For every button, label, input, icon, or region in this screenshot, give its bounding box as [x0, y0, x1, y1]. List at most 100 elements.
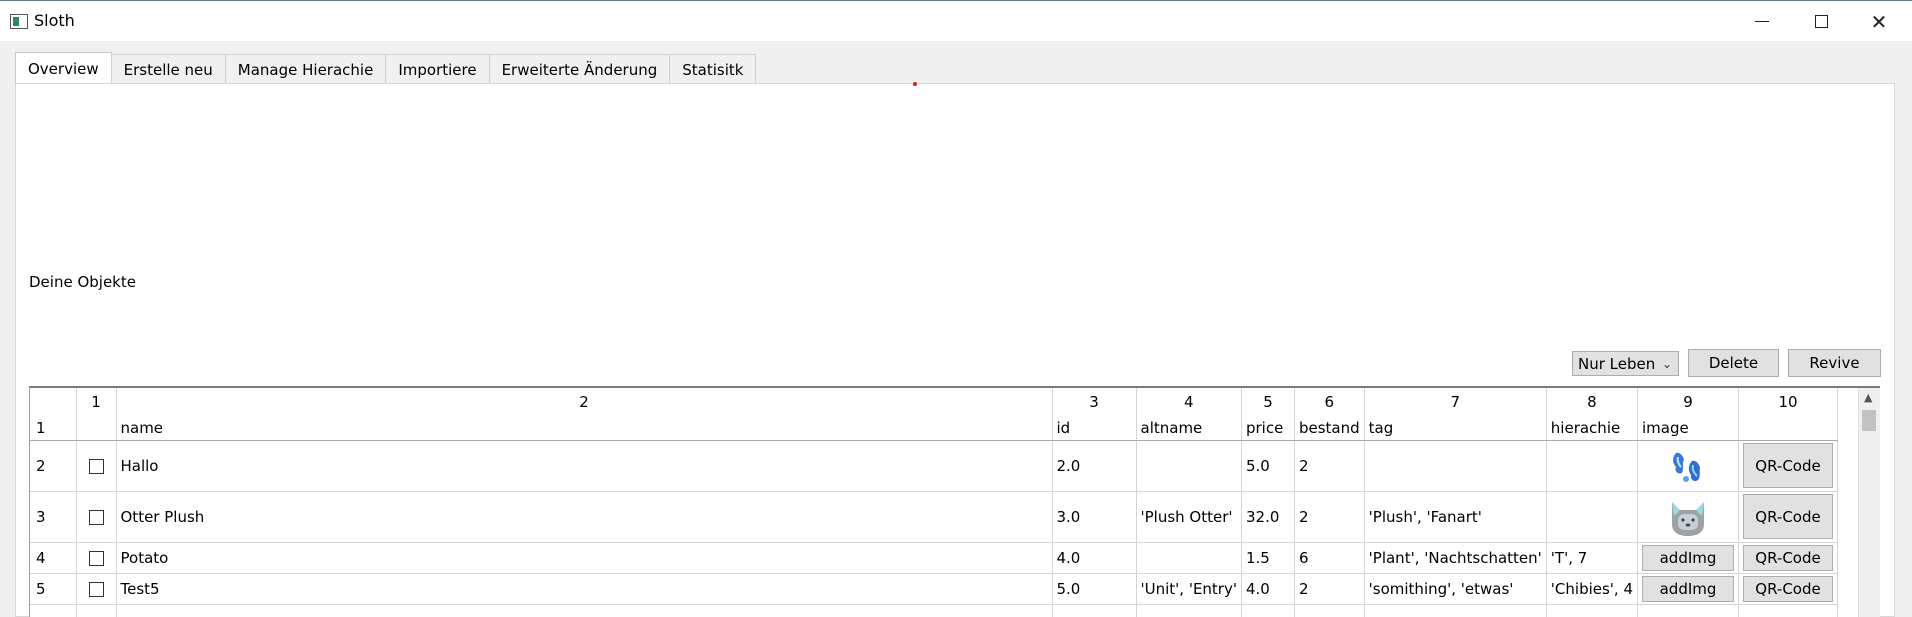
row-checkbox[interactable]	[88, 509, 104, 525]
table-cell[interactable]: 'Chibies', 4	[1546, 573, 1639, 605]
title-bar: Sloth ✕	[0, 0, 1912, 41]
table-cell[interactable]	[1136, 542, 1242, 574]
scroll-up-icon[interactable]: ▲	[1864, 391, 1872, 404]
table-cell[interactable]: 3.0	[1052, 491, 1137, 543]
tab-statistik[interactable]: Statisitk	[669, 54, 757, 84]
table-cell[interactable]: Otter Plush	[116, 491, 1053, 543]
row-header[interactable]: 5	[30, 573, 77, 605]
table-cell[interactable]: 'T', 7	[1546, 542, 1639, 574]
table-cell[interactable]: bestand	[1294, 416, 1365, 441]
table-cell[interactable]	[1738, 416, 1839, 441]
row-header[interactable]	[30, 604, 77, 617]
add-image-button[interactable]: addImg	[1642, 575, 1735, 602]
column-header[interactable]: 3	[1052, 388, 1137, 416]
table-cell[interactable]: 'Plush Otter'	[1136, 491, 1242, 543]
qr-code-button[interactable]: QR-Code	[1743, 443, 1834, 488]
minimize-button[interactable]	[1733, 1, 1791, 42]
table-cell[interactable]: name	[116, 416, 1053, 441]
row-checkbox[interactable]	[88, 550, 104, 566]
table-cell[interactable]: 4.0	[1241, 573, 1295, 605]
table-cell[interactable]: Test5	[116, 573, 1053, 605]
vertical-scrollbar[interactable]: ▲	[1858, 388, 1880, 617]
table-cell[interactable]: hierachie	[1546, 416, 1639, 441]
table-cell[interactable]	[1637, 604, 1740, 617]
table-cell[interactable]: 'Unit', 'Entry'	[1136, 573, 1242, 605]
table-cell[interactable]: 5.0	[1052, 573, 1137, 605]
table-cell[interactable]	[1364, 440, 1547, 492]
table-cell[interactable]: 'Plush', 'Fanart'	[1364, 491, 1547, 543]
column-header[interactable]: 4	[1136, 388, 1242, 416]
table-cell[interactable]: 2.0	[1052, 440, 1137, 492]
section-label: Deine Objekte	[29, 273, 136, 291]
row-header[interactable]: 2	[30, 440, 77, 492]
maximize-icon	[1814, 15, 1828, 28]
close-button[interactable]: ✕	[1850, 1, 1908, 42]
table-cell[interactable]	[1546, 440, 1639, 492]
close-icon: ✕	[1870, 9, 1888, 34]
table-cell[interactable]	[1052, 604, 1137, 617]
table-cell[interactable]: 'Plant', 'Nachtschatten'	[1364, 542, 1547, 574]
row-checkbox[interactable]	[88, 581, 104, 597]
row-checkbox[interactable]	[88, 458, 104, 474]
marker-dot	[913, 82, 917, 86]
row-checkbox-cell	[76, 542, 117, 574]
table-cell[interactable]	[1364, 604, 1547, 617]
table-cell[interactable]: image	[1637, 416, 1740, 441]
table-cell[interactable]	[76, 604, 117, 617]
table-cell[interactable]: 32.0	[1241, 491, 1295, 543]
table-cell[interactable]: 2	[1294, 573, 1365, 605]
tab-erweiterte-aenderung[interactable]: Erweiterte Änderung	[488, 54, 671, 84]
add-image-button[interactable]: addImg	[1642, 544, 1735, 571]
column-header[interactable]: 2	[116, 388, 1053, 416]
table-cell[interactable]: 5.0	[1241, 440, 1295, 492]
field-name-row: 1 name id altname price bestand tag hier…	[30, 416, 1839, 441]
table-cell[interactable]	[1136, 604, 1242, 617]
window-title: Sloth	[34, 11, 75, 30]
table-cell[interactable]: 4.0	[1052, 542, 1137, 574]
table-cell[interactable]	[1738, 604, 1839, 617]
column-header[interactable]: 5	[1241, 388, 1295, 416]
tab-importiere[interactable]: Importiere	[385, 54, 490, 84]
table-cell[interactable]: id	[1052, 416, 1137, 441]
maximize-button[interactable]	[1792, 1, 1850, 42]
table-cell[interactable]	[1294, 604, 1365, 617]
qr-cell: QR-Code	[1738, 542, 1839, 574]
column-header[interactable]: 6	[1294, 388, 1365, 416]
table-cell[interactable]	[76, 416, 117, 441]
table-cell[interactable]: price	[1241, 416, 1295, 441]
revive-button[interactable]: Revive	[1788, 349, 1881, 377]
table-cell[interactable]	[1546, 491, 1639, 543]
tab-manage-hierachie[interactable]: Manage Hierachie	[224, 54, 387, 84]
qr-code-button[interactable]: QR-Code	[1743, 575, 1834, 602]
otter-plush-thumbnail	[1658, 494, 1718, 539]
table-cell[interactable]: altname	[1136, 416, 1242, 441]
row-header[interactable]: 1	[30, 416, 77, 441]
column-header[interactable]: 7	[1364, 388, 1547, 416]
column-header[interactable]: 8	[1546, 388, 1639, 416]
table-cell[interactable]	[1136, 440, 1242, 492]
table-cell[interactable]: Potato	[116, 542, 1053, 574]
column-header[interactable]: 10	[1738, 388, 1839, 416]
table-cell[interactable]: 'somithing', 'etwas'	[1364, 573, 1547, 605]
table-cell[interactable]: tag	[1364, 416, 1547, 441]
qr-code-button[interactable]: QR-Code	[1743, 544, 1834, 571]
delete-button[interactable]: Delete	[1688, 349, 1779, 377]
row-header[interactable]: 4	[30, 542, 77, 574]
table-cell[interactable]: 6	[1294, 542, 1365, 574]
column-header[interactable]: 9	[1637, 388, 1740, 416]
table-cell[interactable]: 2	[1294, 491, 1365, 543]
table-cell[interactable]	[1241, 604, 1295, 617]
table-cell[interactable]	[1546, 604, 1639, 617]
table-cell[interactable]: Hallo	[116, 440, 1053, 492]
tab-erstelle-neu[interactable]: Erstelle neu	[110, 54, 226, 84]
tab-overview[interactable]: Overview	[15, 52, 112, 84]
filter-select[interactable]: Nur Lebendig ⌄	[1572, 351, 1679, 376]
objects-table: 1 2 3 4 5 6 7 8 9 10 1 name id altname p…	[29, 386, 1880, 617]
column-header[interactable]: 1	[76, 388, 117, 416]
row-header[interactable]: 3	[30, 491, 77, 543]
table-cell[interactable]	[116, 604, 1053, 617]
table-cell[interactable]: 2	[1294, 440, 1365, 492]
table-cell[interactable]: 1.5	[1241, 542, 1295, 574]
qr-code-button[interactable]: QR-Code	[1743, 494, 1834, 539]
scrollbar-thumb[interactable]	[1862, 410, 1876, 431]
